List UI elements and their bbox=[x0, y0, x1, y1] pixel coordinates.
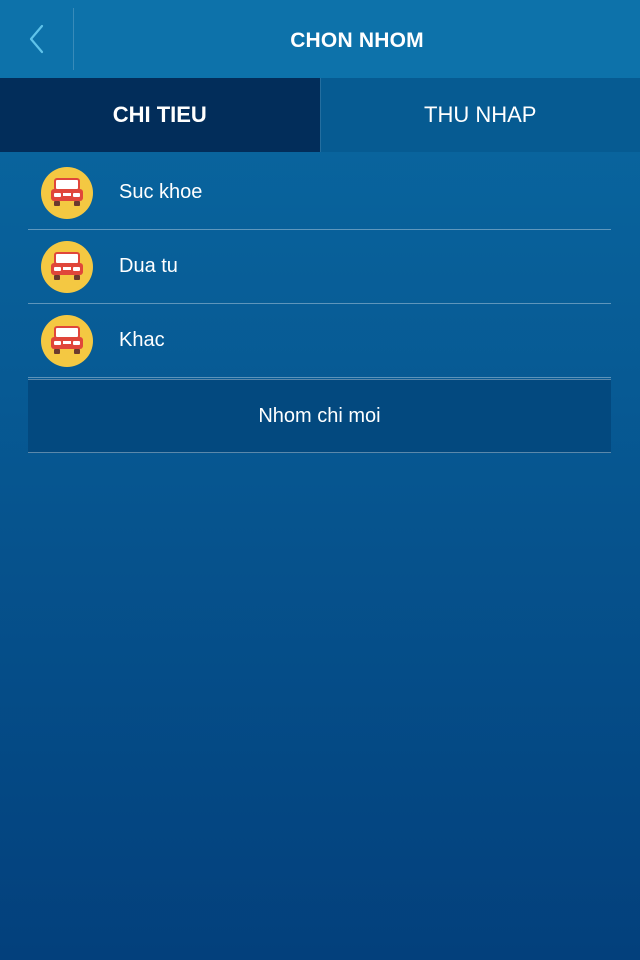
list-item[interactable]: Suc khoe bbox=[28, 156, 611, 230]
car-icon bbox=[41, 166, 93, 219]
list-item[interactable]: Khac bbox=[28, 304, 611, 378]
group-list: Suc khoe Dua tu Khac bbox=[28, 156, 611, 378]
tab-bar: CHI TIEU THU NHAP bbox=[0, 78, 640, 152]
car-icon bbox=[41, 314, 93, 367]
chevron-left-icon bbox=[29, 24, 43, 54]
list-item-label: Khac bbox=[119, 329, 165, 351]
back-button[interactable] bbox=[0, 0, 73, 78]
page-title: CHON NHOM bbox=[290, 29, 424, 52]
list-item-label: Suc khoe bbox=[119, 181, 203, 203]
list-item-label: Dua tu bbox=[119, 255, 178, 277]
tab-thu-nhap[interactable]: THU NHAP bbox=[319, 78, 640, 152]
list-item[interactable]: Dua tu bbox=[28, 230, 611, 304]
tab-chi-tieu[interactable]: CHI TIEU bbox=[0, 78, 320, 152]
car-icon bbox=[41, 240, 93, 293]
new-group-button[interactable]: Nhom chi moi bbox=[28, 379, 611, 453]
app-header: CHON NHOM bbox=[0, 0, 640, 78]
